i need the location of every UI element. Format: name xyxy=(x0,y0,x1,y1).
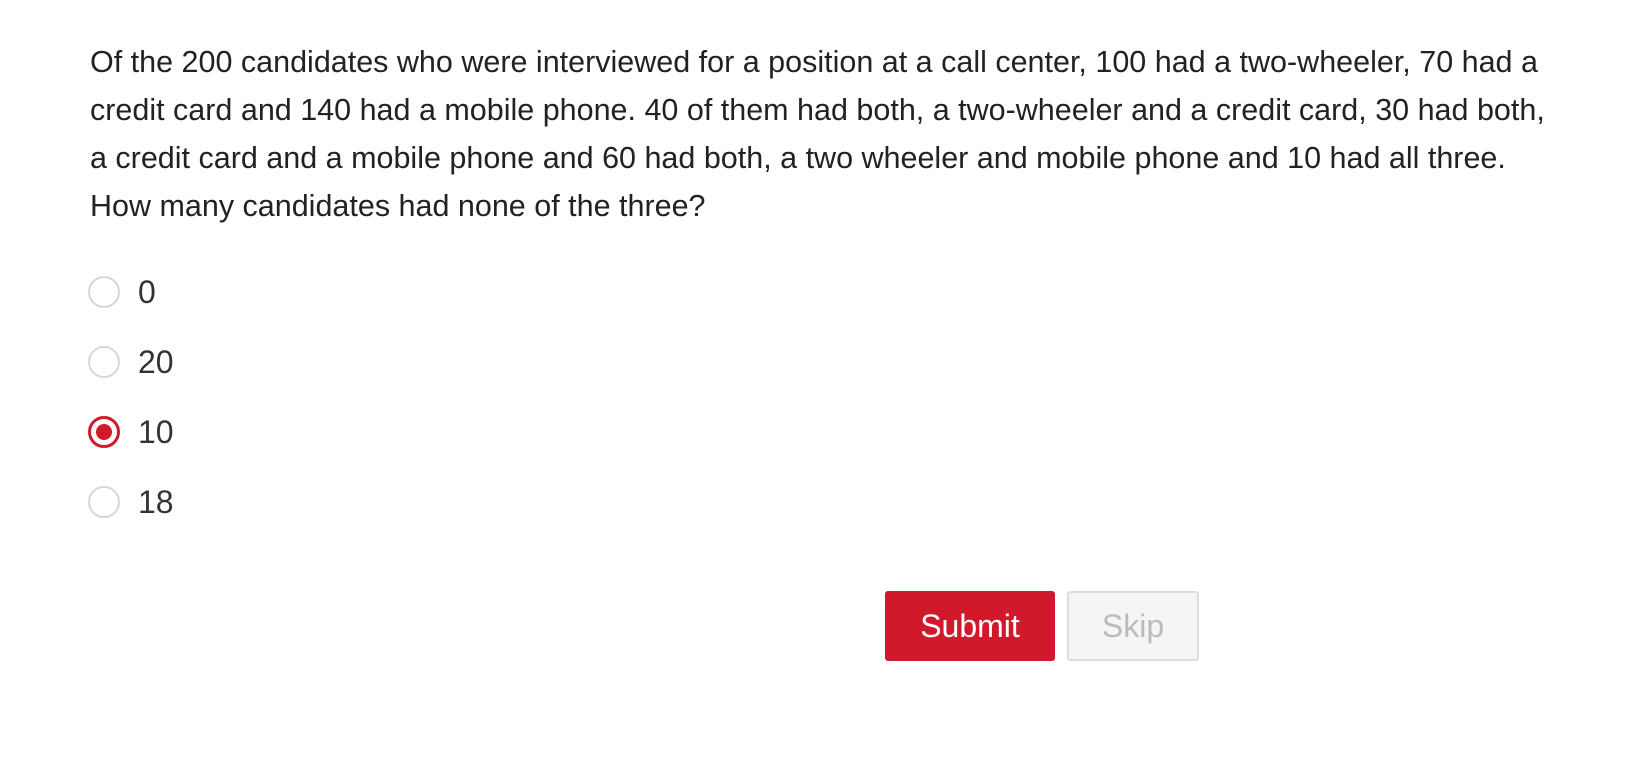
option-18[interactable]: 18 xyxy=(88,482,174,522)
action-buttons: Submit Skip xyxy=(885,591,1199,661)
skip-button[interactable]: Skip xyxy=(1067,591,1199,661)
submit-button[interactable]: Submit xyxy=(885,591,1055,661)
option-label: 18 xyxy=(138,483,174,520)
option-10[interactable]: 10 xyxy=(88,412,174,452)
option-20[interactable]: 20 xyxy=(88,342,174,382)
radio-button[interactable] xyxy=(88,276,120,308)
option-0[interactable]: 0 xyxy=(88,272,174,312)
option-label: 0 xyxy=(138,273,156,310)
radio-button-selected[interactable] xyxy=(88,416,120,448)
answer-options: 0 20 10 18 xyxy=(88,272,174,552)
radio-button[interactable] xyxy=(88,486,120,518)
radio-button[interactable] xyxy=(88,346,120,378)
option-label: 10 xyxy=(138,413,174,450)
option-label: 20 xyxy=(138,343,174,380)
question-text: Of the 200 candidates who were interview… xyxy=(90,45,1545,223)
